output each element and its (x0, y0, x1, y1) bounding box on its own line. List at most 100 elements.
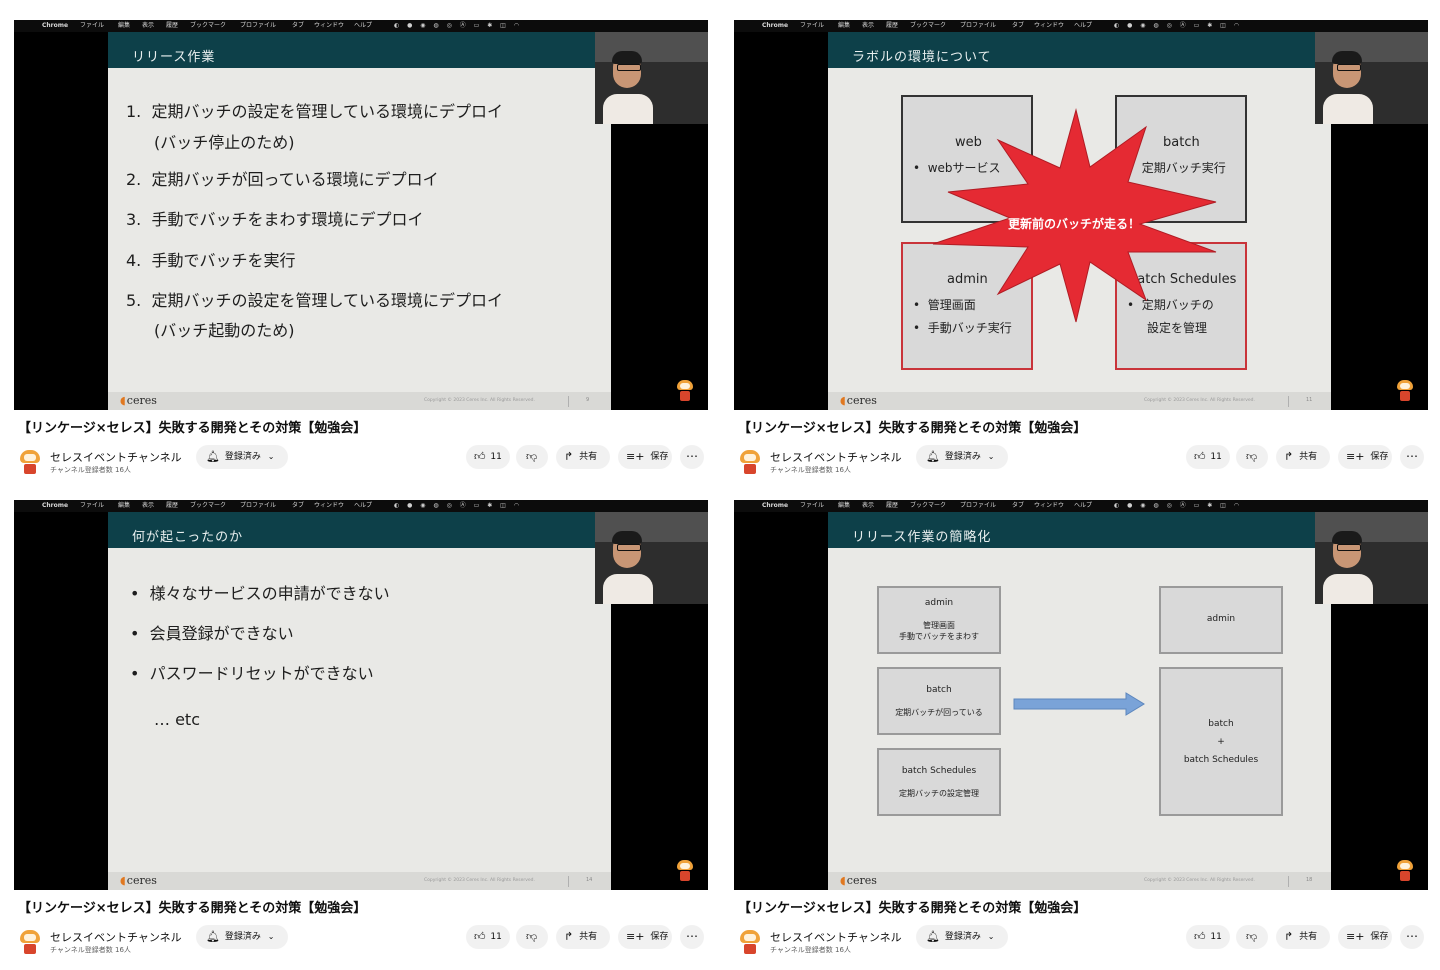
channel-avatar[interactable] (738, 450, 762, 474)
menubar-item: 履歴 (166, 22, 179, 29)
menubar-item: ウィンドウ (1034, 22, 1065, 29)
presenter-camera (1315, 32, 1428, 124)
channel-avatar[interactable] (18, 930, 42, 954)
box-text: batch Schedules (1183, 755, 1259, 765)
etc-text: … etc (154, 710, 200, 729)
video-tile-2: Chrome ファイル 編集 表示 履歴 ブックマーク プロファイル タブ ウィ… (734, 20, 1428, 490)
video-player[interactable]: Chrome ファイル 編集 表示 履歴 ブックマーク プロファイル タブ ウィ… (14, 20, 708, 410)
video-player[interactable]: Chrome ファイル 編集 表示 履歴 ブックマーク プロファイル タブ ウィ… (14, 500, 708, 890)
subscribe-button[interactable]: 🔔︎ 登録済み ⌄ (916, 925, 1008, 949)
subscriber-count: チャンネル登録者数 16人 (50, 946, 131, 954)
more-actions-button[interactable]: ⋯ (680, 445, 704, 469)
box-title: batch (1208, 719, 1234, 729)
like-button[interactable]: 👍︎ 11 (466, 445, 510, 469)
subscriber-count: チャンネル登録者数 16人 (770, 946, 851, 954)
menubar-app: Chrome (762, 502, 789, 509)
subscribe-button[interactable]: 🔔︎ 登録済み ⌄ (196, 445, 288, 469)
list-item: 3. 手動でバッチをまわす環境にデプロイ (126, 210, 424, 229)
dislike-button[interactable]: 👎︎ (516, 925, 548, 949)
save-button[interactable]: ≡+ 保存 (618, 925, 672, 949)
dislike-button[interactable]: 👎︎ (516, 445, 548, 469)
subscribe-button[interactable]: 🔔︎ 登録済み ⌄ (196, 925, 288, 949)
subscriber-count: チャンネル登録者数 16人 (50, 466, 131, 474)
dislike-button[interactable]: 👎︎ (1236, 925, 1268, 949)
more-actions-button[interactable]: ⋯ (1400, 925, 1424, 949)
thumbs-up-icon: 👍︎ (474, 930, 486, 943)
chevron-down-icon: ⌄ (987, 932, 995, 941)
subscribe-button[interactable]: 🔔︎ 登録済み ⌄ (916, 445, 1008, 469)
thumbs-up-icon: 👍︎ (474, 450, 486, 463)
share-button[interactable]: ↱ 共有 (556, 925, 610, 949)
like-button[interactable]: 👍︎ 11 (1186, 445, 1230, 469)
list-item: 1. 定期バッチの設定を管理している環境にデプロイ (126, 102, 503, 121)
before-box-batch: batch 定期バッチが回っている (877, 667, 1001, 735)
slide-title: リリース作業の簡略化 (852, 530, 992, 545)
video-title[interactable]: 【リンケージ×セレス】失敗する開発とその対策【勉強会】 (18, 897, 366, 916)
menubar-item: 編集 (838, 502, 851, 509)
list-item: 2. 定期バッチが回っている環境にデプロイ (126, 170, 439, 189)
playlist-add-icon: ≡+ (626, 450, 645, 463)
channel-avatar[interactable] (18, 450, 42, 474)
channel-name[interactable]: セレスイベントチャンネル (50, 929, 182, 945)
slide-footer: ◖ceres Copyright © 2023 Ceres Inc. All R… (108, 392, 611, 410)
thumbs-down-icon: 👎︎ (1246, 930, 1258, 943)
menubar-item: ウィンドウ (1034, 502, 1065, 509)
list-item: 4. 手動でバッチを実行 (126, 251, 296, 270)
slide-page-number: 18 (1306, 877, 1313, 883)
like-button[interactable]: 👍︎ 11 (1186, 925, 1230, 949)
video-title[interactable]: 【リンケージ×セレス】失敗する開発とその対策【勉強会】 (738, 417, 1086, 436)
share-button[interactable]: ↱ 共有 (556, 445, 610, 469)
box-text: 管理画面 (923, 621, 955, 630)
more-actions-button[interactable]: ⋯ (1400, 445, 1424, 469)
menubar-item: プロファイル (240, 502, 277, 509)
share-button[interactable]: ↱ 共有 (1276, 925, 1330, 949)
macos-menubar: Chrome ファイル 編集 表示 履歴 ブックマーク プロファイル タブ ウィ… (734, 20, 1428, 32)
menubar-item: プロファイル (960, 502, 997, 509)
dislike-button[interactable]: 👎︎ (1236, 445, 1268, 469)
channel-name[interactable]: セレスイベントチャンネル (770, 929, 902, 945)
playlist-add-icon: ≡+ (1346, 930, 1365, 943)
box-title: admin (924, 598, 954, 608)
slide-footer: ◖ceres Copyright © 2023 Ceres Inc. All R… (108, 872, 611, 890)
channel-name[interactable]: セレスイベントチャンネル (770, 449, 902, 465)
more-icon: ⋯ (686, 929, 698, 943)
video-title[interactable]: 【リンケージ×セレス】失敗する開発とその対策【勉強会】 (18, 417, 366, 436)
before-box-batch-schedules: batch Schedules 定期バッチの設定管理 (877, 748, 1001, 816)
slide-header: リリース作業の簡略化 (828, 512, 1331, 548)
mascot-icon (1397, 860, 1413, 882)
video-player[interactable]: Chrome ファイル 編集 表示 履歴 ブックマーク プロファイル タブ ウィ… (734, 500, 1428, 890)
save-button[interactable]: ≡+ 保存 (1338, 445, 1392, 469)
channel-name[interactable]: セレスイベントチャンネル (50, 449, 182, 465)
status-icons: ◐ ● ◉ ◍ ◎ Ⓐ ▭ ✱ ◫ ◠ (1114, 502, 1242, 509)
macos-menubar: Chrome ファイル 編集 表示 履歴 ブックマーク プロファイル タブ ウィ… (734, 500, 1428, 512)
video-tile-4: Chrome ファイル 編集 表示 履歴 ブックマーク プロファイル タブ ウィ… (734, 500, 1428, 970)
before-box-admin: admin 管理画面 手動でバッチをまわす (877, 586, 1001, 654)
video-title[interactable]: 【リンケージ×セレス】失敗する開発とその対策【勉強会】 (738, 897, 1086, 916)
slide-copyright: Copyright © 2023 Ceres Inc. All Rights R… (1144, 398, 1255, 403)
like-button[interactable]: 👍︎ 11 (466, 925, 510, 949)
after-box-admin: admin (1159, 586, 1283, 654)
channel-avatar[interactable] (738, 930, 762, 954)
plus-sign: + (1217, 737, 1225, 747)
bell-icon: 🔔︎ (206, 450, 220, 463)
more-icon: ⋯ (686, 449, 698, 463)
slide-footer: ◖ceres Copyright © 2023 Ceres Inc. All R… (828, 392, 1331, 410)
menubar-item: タブ (292, 22, 305, 29)
menubar-item: ブックマーク (910, 502, 947, 509)
more-actions-button[interactable]: ⋯ (680, 925, 704, 949)
share-icon: ↱ (564, 450, 574, 463)
menubar-item: 編集 (118, 22, 131, 29)
save-button[interactable]: ≡+ 保存 (1338, 925, 1392, 949)
slide-copyright: Copyright © 2023 Ceres Inc. All Rights R… (424, 878, 535, 883)
mascot-icon (677, 860, 693, 882)
list-item-continuation: (バッチ停止のため) (154, 133, 295, 152)
save-button[interactable]: ≡+ 保存 (618, 445, 672, 469)
presentation-slide: リリース作業の簡略化 admin 管理画面 手動でバッチをまわす batch 定… (828, 512, 1331, 890)
menubar-item: ブックマーク (910, 22, 947, 29)
mascot-icon (677, 380, 693, 402)
video-player[interactable]: Chrome ファイル 編集 表示 履歴 ブックマーク プロファイル タブ ウィ… (734, 20, 1428, 410)
presentation-slide: ラボルの環境について web • webサービス batch • 定期バッチ実行… (828, 32, 1331, 410)
macos-menubar: Chrome ファイル 編集 表示 履歴 ブックマーク プロファイル タブ ウィ… (14, 500, 708, 512)
box-text: 定期バッチの設定管理 (899, 789, 979, 798)
share-button[interactable]: ↱ 共有 (1276, 445, 1330, 469)
